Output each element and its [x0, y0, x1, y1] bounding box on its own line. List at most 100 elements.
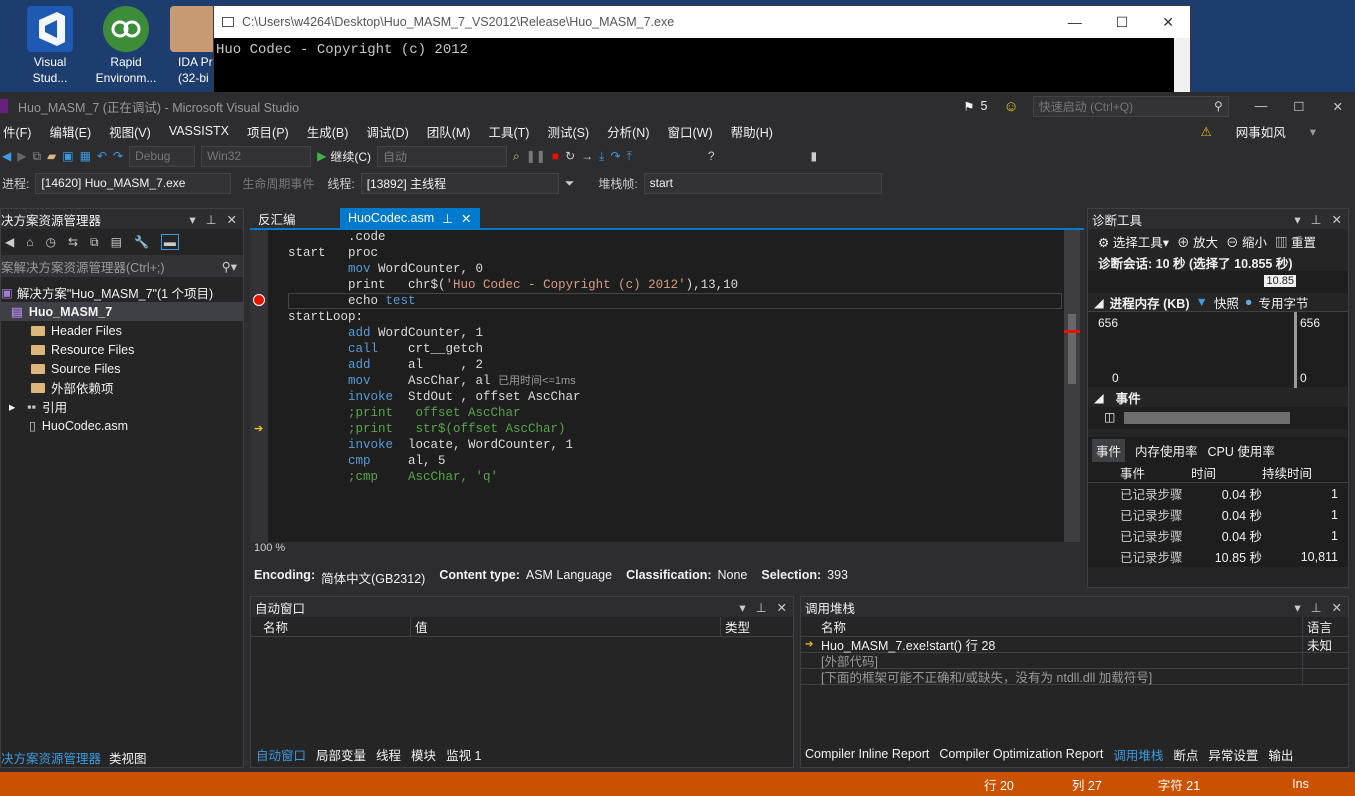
tree-item-solution[interactable]: ▣ 解决方案"Huo_MASM_7"(1 个项目): [1, 283, 243, 302]
tab-modules[interactable]: 模块: [411, 745, 436, 764]
zoom-out-button[interactable]: ⊖ 缩小: [1226, 232, 1267, 251]
search-icon[interactable]: ⚲▾: [222, 259, 237, 274]
tree-item-external-deps[interactable]: 外部依赖项: [1, 378, 243, 397]
history-icon[interactable]: ◷: [45, 235, 55, 249]
menu-help[interactable]: 帮助(H): [722, 122, 782, 141]
desktop-icon-ida[interactable]: IDA Pr (32-bi: [170, 6, 216, 86]
pin-icon[interactable]: ⊥: [756, 600, 767, 615]
properties-icon[interactable]: 🔧: [134, 235, 149, 249]
reset-button[interactable]: ▥ 重置: [1275, 232, 1316, 251]
new-project-icon[interactable]: ⧉: [32, 149, 41, 164]
events-table-row[interactable]: 已记录步骤 0.04 秒1: [1088, 483, 1348, 504]
menu-test[interactable]: 测试(S): [538, 122, 598, 141]
find-icon[interactable]: ⌕: [513, 149, 520, 164]
tab-class-view[interactable]: 类视图: [109, 748, 147, 767]
console-scrollbar[interactable]: [1174, 38, 1190, 98]
menu-tools[interactable]: 工具(T): [479, 122, 538, 141]
close-icon[interactable]: ✕: [1333, 99, 1343, 114]
menu-edit[interactable]: 编辑(E): [40, 122, 100, 141]
close-icon[interactable]: ✕: [227, 212, 237, 227]
code-editor[interactable]: ➔ .code start proc mov WordCounter, 0 pri…: [250, 230, 1080, 554]
tab-solution-explorer[interactable]: 决方案资源管理器: [1, 748, 101, 767]
platform-select[interactable]: Win32: [201, 145, 312, 167]
feedback-smiley-icon[interactable]: ☺: [1003, 98, 1018, 115]
auto-select[interactable]: 自动: [377, 145, 507, 167]
menu-debug[interactable]: 调试(D): [357, 122, 417, 141]
restart-icon[interactable]: ↻: [565, 149, 575, 163]
tab-breakpoints[interactable]: 断点: [1173, 745, 1198, 764]
vs-titlebar[interactable]: Huo_MASM_7 (正在调试) - Microsoft Visual Stu…: [0, 92, 1355, 120]
process-select[interactable]: [14620] Huo_MASM_7.exe: [35, 172, 232, 194]
user-name[interactable]: 网事如风: [1227, 122, 1295, 141]
expand-icon[interactable]: ▸: [9, 399, 15, 414]
quick-launch-input[interactable]: 快速启动 (Ctrl+Q) ⚲: [1032, 95, 1229, 117]
step-out-icon[interactable]: ⤒: [627, 149, 632, 164]
events-table-row[interactable]: 已记录步骤 0.04 秒1: [1088, 504, 1348, 525]
console-titlebar[interactable]: C:\Users\w4264\Desktop\Huo_MASM_7_VS2012…: [214, 6, 1190, 38]
console-window[interactable]: C:\Users\w4264\Desktop\Huo_MASM_7_VS2012…: [213, 5, 1191, 98]
breakpoint-icon[interactable]: [253, 294, 265, 306]
pin-icon[interactable]: ⊥: [1311, 600, 1322, 615]
menu-analyze[interactable]: 分析(N): [598, 122, 658, 141]
tree-item-references[interactable]: ▸ ▪▪ 引用: [1, 397, 243, 416]
tree-item-resource-files[interactable]: Resource Files: [1, 340, 243, 359]
step-into-icon[interactable]: ⤓: [599, 149, 604, 164]
scroll-thumb[interactable]: [1068, 314, 1076, 384]
current-statement-arrow-icon[interactable]: ➔: [254, 422, 263, 435]
desktop-icon-rapid-environment[interactable]: Rapid Environm...: [94, 6, 158, 86]
tab-memory-usage[interactable]: 内存使用率: [1135, 441, 1198, 460]
callstack-row[interactable]: [下面的框架可能不正确和/或缺失，没有为 ntdll.dll 加载符号]: [801, 667, 1348, 686]
continue-button[interactable]: ▶ 继续(C): [317, 148, 371, 165]
timeline-ruler[interactable]: 10.85: [1088, 271, 1348, 293]
notification-flag-icon[interactable]: ⚑: [963, 99, 974, 114]
tab-cpu-usage[interactable]: CPU 使用率: [1208, 441, 1275, 460]
maximize-icon[interactable]: ☐: [1293, 99, 1304, 114]
tab-locals[interactable]: 局部变量: [316, 745, 366, 764]
minimize-icon[interactable]: —: [1068, 14, 1082, 31]
open-icon[interactable]: ▰: [47, 149, 56, 163]
maximize-icon[interactable]: ☐: [1116, 14, 1129, 31]
solution-search-input[interactable]: 案解决方案资源管理器(Ctrl+;) ⚲▾: [1, 255, 243, 277]
visual-studio-window[interactable]: Huo_MASM_7 (正在调试) - Microsoft Visual Stu…: [0, 92, 1355, 796]
chevron-down-icon[interactable]: ▾: [189, 212, 195, 227]
menu-vassistx[interactable]: VASSISTX: [160, 124, 238, 138]
collapse-all-icon[interactable]: ⧉: [90, 235, 99, 250]
events-track[interactable]: ◫: [1088, 407, 1348, 429]
tab-disassembly[interactable]: 反汇编: [250, 208, 340, 228]
pin-icon[interactable]: ⊥: [1311, 212, 1322, 227]
close-icon[interactable]: ✕: [1162, 14, 1174, 31]
undo-icon[interactable]: ↶: [97, 149, 107, 163]
tab-huocodec-asm[interactable]: HuoCodec.asm ⊥ ✕: [340, 208, 480, 228]
minimize-icon[interactable]: —: [1255, 99, 1268, 113]
events-table-row[interactable]: 已记录步骤 0.04 秒1: [1088, 525, 1348, 546]
thread-select[interactable]: [13892] 主线程: [360, 172, 559, 194]
tab-output[interactable]: 输出: [1268, 745, 1293, 764]
redo-icon[interactable]: ↷: [113, 149, 123, 163]
close-icon[interactable]: ✕: [777, 600, 787, 615]
home-icon[interactable]: ⌂: [26, 235, 33, 249]
collapse-icon[interactable]: ◢: [1094, 295, 1104, 310]
sync-icon[interactable]: ⇆: [68, 235, 78, 249]
menu-project[interactable]: 项目(P): [238, 122, 298, 141]
vertical-scrollbar[interactable]: [1064, 230, 1080, 542]
close-icon[interactable]: ✕: [1332, 212, 1342, 227]
tab-autos[interactable]: 自动窗口: [256, 745, 306, 764]
close-icon[interactable]: ✕: [461, 211, 471, 226]
menu-file[interactable]: 件(F): [0, 122, 40, 141]
pin-icon[interactable]: ⊥: [442, 211, 453, 226]
tree-item-header-files[interactable]: Header Files: [1, 321, 243, 340]
menu-window[interactable]: 窗口(W): [658, 122, 721, 141]
zoom-in-button[interactable]: ⊕ 放大: [1177, 232, 1218, 251]
events-table-row[interactable]: 已记录步骤 10.85 秒 10,811: [1088, 546, 1348, 567]
tab-events[interactable]: 事件: [1092, 438, 1126, 462]
preview-icon[interactable]: ▬: [160, 234, 179, 250]
pause-icon[interactable]: ❚❚: [526, 149, 546, 163]
save-icon[interactable]: ▣: [62, 149, 73, 163]
tab-compiler-optimization-report[interactable]: Compiler Optimization Report: [939, 747, 1103, 761]
desktop-icon-visual-studio[interactable]: Visual Stud...: [18, 6, 82, 86]
stop-icon[interactable]: ■: [552, 149, 559, 163]
chevron-down-icon[interactable]: ▾: [739, 600, 745, 615]
tab-watch-1[interactable]: 监视 1: [446, 745, 481, 764]
collapse-icon[interactable]: ◢: [1094, 390, 1104, 405]
menu-team[interactable]: 团队(M): [418, 122, 480, 141]
